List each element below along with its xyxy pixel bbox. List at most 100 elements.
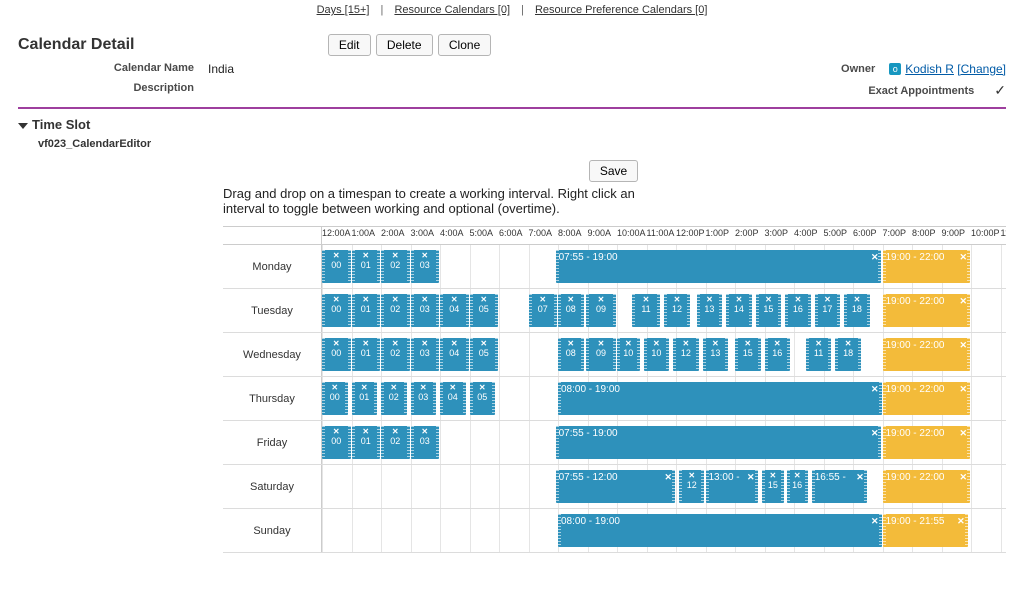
clone-button[interactable]: Clone — [438, 34, 491, 56]
resize-handle-right[interactable] — [345, 382, 348, 415]
close-icon[interactable]: ✕ — [856, 472, 864, 483]
close-icon[interactable]: ✕ — [412, 427, 439, 436]
resize-handle-right[interactable] — [879, 514, 882, 547]
resize-handle-left[interactable] — [352, 250, 355, 283]
close-icon[interactable]: ✕ — [471, 339, 498, 348]
resize-handle-left[interactable] — [703, 338, 706, 371]
working-interval[interactable]: ✕15 — [735, 338, 761, 371]
resize-handle-right[interactable] — [878, 250, 881, 283]
resize-handle-right[interactable] — [808, 294, 811, 327]
close-icon[interactable]: ✕ — [871, 516, 879, 527]
resize-handle-left[interactable] — [883, 382, 886, 415]
optional-interval[interactable]: ✕19:00 - 21:55 — [883, 514, 968, 547]
resize-handle-right[interactable] — [436, 426, 439, 459]
close-icon[interactable]: ✕ — [727, 295, 751, 304]
resize-handle-left[interactable] — [815, 294, 818, 327]
working-interval[interactable]: ✕01 — [352, 426, 381, 459]
resize-handle-left[interactable] — [440, 294, 443, 327]
link-days[interactable]: Days [15+] — [317, 4, 370, 16]
optional-interval[interactable]: ✕19:00 - 22:00 — [883, 382, 971, 415]
resize-handle-left[interactable] — [844, 294, 847, 327]
close-icon[interactable]: ✕ — [871, 428, 879, 439]
close-icon[interactable]: ✕ — [959, 252, 967, 263]
close-icon[interactable]: ✕ — [959, 296, 967, 307]
close-icon[interactable]: ✕ — [633, 295, 660, 304]
resize-handle-right[interactable] — [463, 382, 466, 415]
working-interval[interactable]: ✕08:00 - 19:00 — [558, 514, 882, 547]
resize-handle-right[interactable] — [696, 338, 699, 371]
delete-button[interactable]: Delete — [376, 34, 433, 56]
resize-handle-right[interactable] — [758, 338, 761, 371]
resize-handle-left[interactable] — [411, 382, 414, 415]
close-icon[interactable]: ✕ — [382, 339, 409, 348]
resize-handle-left[interactable] — [706, 470, 709, 503]
working-interval[interactable]: ✕07 — [529, 294, 558, 327]
close-icon[interactable]: ✕ — [353, 383, 377, 392]
resize-handle-left[interactable] — [322, 426, 325, 459]
working-interval[interactable]: ✕02 — [381, 426, 410, 459]
resize-handle-left[interactable] — [411, 338, 414, 371]
resize-handle-right[interactable] — [613, 338, 616, 371]
working-interval[interactable]: ✕10 — [644, 338, 670, 371]
resize-handle-right[interactable] — [404, 382, 407, 415]
resize-handle-right[interactable] — [348, 294, 351, 327]
resize-handle-right[interactable] — [755, 470, 758, 503]
close-icon[interactable]: ✕ — [441, 383, 465, 392]
resize-handle-right[interactable] — [879, 382, 882, 415]
close-icon[interactable]: ✕ — [871, 384, 879, 395]
resize-handle-left[interactable] — [883, 470, 886, 503]
close-icon[interactable]: ✕ — [664, 472, 672, 483]
close-icon[interactable]: ✕ — [763, 471, 784, 480]
close-icon[interactable]: ✕ — [382, 251, 409, 260]
close-icon[interactable]: ✕ — [530, 295, 557, 304]
resize-handle-left[interactable] — [381, 294, 384, 327]
resize-handle-right[interactable] — [436, 294, 439, 327]
resize-handle-right[interactable] — [967, 338, 970, 371]
close-icon[interactable]: ✕ — [674, 339, 698, 348]
resize-handle-left[interactable] — [883, 294, 886, 327]
resize-handle-left[interactable] — [883, 250, 886, 283]
resize-handle-right[interactable] — [781, 470, 784, 503]
working-interval[interactable]: ✕04 — [440, 382, 466, 415]
working-interval[interactable]: ✕05 — [470, 338, 499, 371]
resize-handle-left[interactable] — [411, 250, 414, 283]
resize-handle-right[interactable] — [377, 426, 380, 459]
close-icon[interactable]: ✕ — [353, 339, 380, 348]
working-interval[interactable]: ✕12 — [673, 338, 699, 371]
close-icon[interactable]: ✕ — [836, 339, 860, 348]
resize-handle-right[interactable] — [666, 338, 669, 371]
resize-handle-right[interactable] — [637, 338, 640, 371]
close-icon[interactable]: ✕ — [323, 383, 347, 392]
resize-handle-left[interactable] — [381, 338, 384, 371]
resize-handle-right[interactable] — [433, 382, 436, 415]
resize-handle-right[interactable] — [749, 294, 752, 327]
close-icon[interactable]: ✕ — [353, 295, 380, 304]
resize-handle-right[interactable] — [805, 470, 808, 503]
working-interval[interactable]: ✕15 — [762, 470, 785, 503]
working-interval[interactable]: ✕04 — [440, 338, 469, 371]
working-interval[interactable]: ✕18 — [835, 338, 861, 371]
working-interval[interactable]: ✕16 — [765, 338, 791, 371]
working-interval[interactable]: ✕12 — [679, 470, 705, 503]
close-icon[interactable]: ✕ — [816, 295, 840, 304]
working-interval[interactable]: ✕00 — [322, 250, 351, 283]
resize-handle-right[interactable] — [492, 382, 495, 415]
close-icon[interactable]: ✕ — [747, 472, 755, 483]
day-row[interactable]: Thursday✕00✕01✕02✕03✕04✕05✕08:00 - 19:00… — [223, 377, 1006, 421]
resize-handle-left[interactable] — [735, 338, 738, 371]
resize-handle-left[interactable] — [322, 338, 325, 371]
optional-interval[interactable]: ✕19:00 - 22:00 — [883, 470, 971, 503]
close-icon[interactable]: ✕ — [587, 339, 615, 348]
day-row[interactable]: Monday✕00✕01✕02✕03✕07:55 - 19:00✕19:00 -… — [223, 245, 1006, 289]
resize-handle-right[interactable] — [348, 426, 351, 459]
resize-handle-right[interactable] — [466, 294, 469, 327]
resize-handle-left[interactable] — [765, 338, 768, 371]
resize-handle-right[interactable] — [719, 294, 722, 327]
close-icon[interactable]: ✕ — [471, 295, 498, 304]
resize-handle-right[interactable] — [377, 294, 380, 327]
close-icon[interactable]: ✕ — [441, 339, 468, 348]
close-icon[interactable]: ✕ — [959, 384, 967, 395]
working-interval[interactable]: ✕15 — [756, 294, 782, 327]
resize-handle-right[interactable] — [672, 470, 675, 503]
working-interval[interactable]: ✕01 — [352, 338, 381, 371]
